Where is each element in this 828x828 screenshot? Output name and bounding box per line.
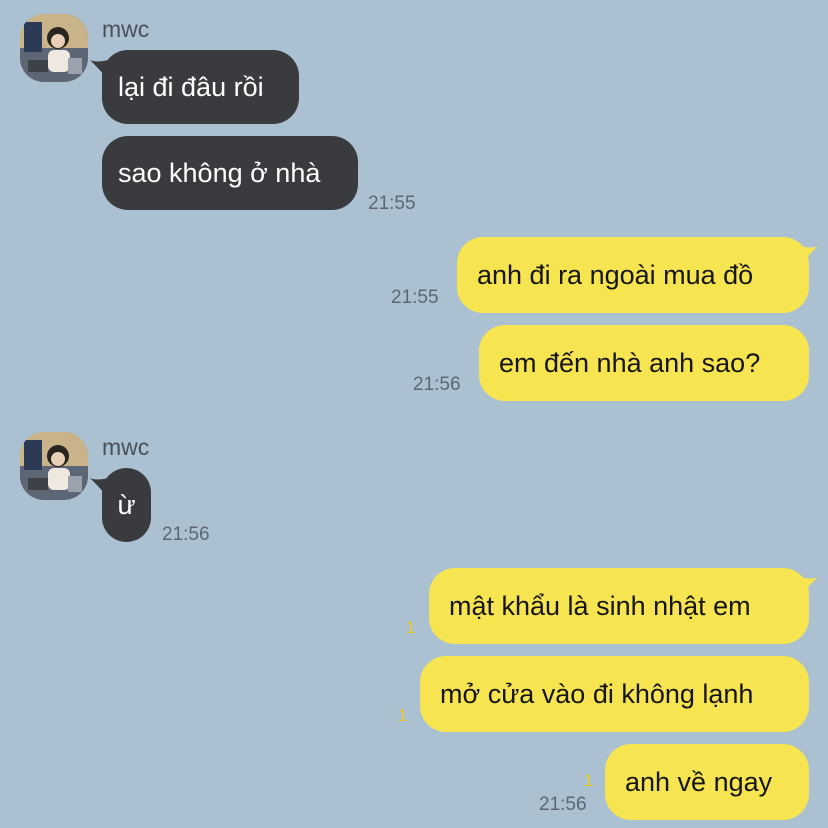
message-timestamp: 21:55	[391, 287, 439, 308]
sender-name: mwc	[102, 16, 150, 42]
message-bubble-outgoing[interactable]: em đến nhà anh sao?	[479, 325, 809, 401]
message-text: sao không ở nhà	[118, 157, 321, 188]
message-text: lại đi đâu rồi	[118, 71, 264, 102]
message-timestamp: 21:56	[162, 524, 210, 545]
bubble-tail	[800, 577, 818, 597]
message-text: em đến nhà anh sao?	[499, 347, 761, 378]
message-bubble-incoming[interactable]: lại đi đâu rồi	[102, 50, 299, 124]
message-text: mở cửa vào đi không lạnh	[440, 678, 754, 709]
avatar-photo-icon	[20, 14, 88, 82]
message-timestamp: 21:56	[413, 374, 461, 395]
message-text: ừ	[117, 489, 136, 520]
message-bubble-outgoing[interactable]: mở cửa vào đi không lạnh	[420, 656, 809, 732]
message-bubble-outgoing[interactable]: anh về ngay	[605, 744, 809, 820]
message-bubble-outgoing[interactable]: anh đi ra ngoài mua đồ	[457, 237, 809, 313]
sender-avatar[interactable]	[20, 432, 88, 500]
avatar-photo-icon	[20, 432, 88, 500]
unread-count: 1	[406, 618, 416, 637]
message-text: anh đi ra ngoài mua đồ	[477, 259, 754, 290]
message-bubble-incoming[interactable]: sao không ở nhà	[102, 136, 358, 210]
sender-name: mwc	[102, 434, 150, 460]
message-timestamp: 21:55	[368, 193, 416, 214]
unread-count: 1	[398, 706, 408, 725]
unread-count: 1	[584, 771, 594, 790]
message-bubble-outgoing[interactable]: mật khẩu là sinh nhật em	[429, 568, 809, 644]
message-text: anh về ngay	[625, 766, 773, 797]
message-text: mật khẩu là sinh nhật em	[449, 590, 751, 621]
sender-avatar[interactable]	[20, 14, 88, 82]
message-bubble-incoming[interactable]: ừ	[102, 468, 151, 542]
message-timestamp: 21:56	[539, 794, 587, 815]
bubble-tail	[800, 246, 818, 266]
